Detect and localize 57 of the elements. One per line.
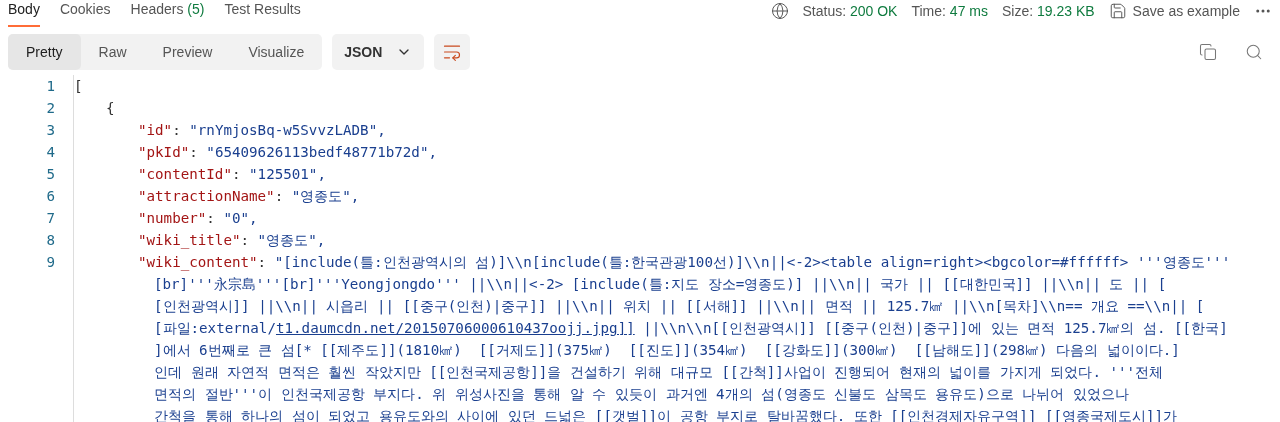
json-value: ||\\n\\n[[인천광역시]] [[중구(인천)|중구]]에 있는 면적 125.7㎢의 섬. [[한국]: [642, 318, 1228, 338]
colon: :: [172, 122, 181, 138]
save-icon: [1108, 2, 1127, 20]
view-mode-tab[interactable]: Preview: [144, 34, 231, 70]
json-value: [파일:external/: [154, 318, 276, 338]
response-tab[interactable]: Body: [8, 0, 40, 27]
format-dropdown[interactable]: JSON: [332, 34, 425, 70]
colon: :: [274, 188, 284, 204]
line-number: 4: [46, 144, 55, 160]
json-key: "pkId": [138, 144, 190, 160]
json-key: "wiki_title": [138, 232, 241, 248]
save-example-button[interactable]: Save as example: [1108, 2, 1240, 20]
json-value: "0",: [223, 210, 258, 226]
line-number: 3: [46, 122, 55, 138]
json-value: 인데 원래 자연적 면적은 훨씬 작았지만 [[인천국제공항]]을 건설하기 위해 대규모 [[간척]]사업이 진행되어 현재의 넓이를 가지게 되었다. '''전체: [154, 362, 1164, 382]
json-key: "id": [138, 122, 173, 138]
json-key: "number": [138, 210, 207, 226]
colon: :: [240, 232, 250, 248]
view-mode-tab[interactable]: Pretty: [8, 34, 81, 70]
json-value: [br]'''永宗島'''[br]'''Yeongjongdo''' ||\\n||<-2> [include(틀:지도 장소=영종도)] ||\\n|| 국가 || [[대한민국]] ||\\n|| 도 || [: [154, 274, 1167, 294]
view-mode-tab[interactable]: Raw: [80, 34, 145, 70]
response-stat: Size: 19.23 KB: [1001, 3, 1095, 19]
line-number: 8: [46, 232, 55, 248]
json-value: 면적의 절반'''이 인천국제공항 부지다. 위 위성사진을 통해 알 수 있듯이 과거엔 4개의 섬(영종도 신불도 삼목도 용유도)으로 나뉘어 있었으나: [154, 384, 1129, 404]
colon: :: [257, 254, 267, 270]
json-value: ]에서 6번째로 큰 섬[* [[제주도]](1810㎢) [[거제도]](375㎢) [[진도]](354㎢) [[강화도]](300㎢) [[남해도]](298㎢) 다음의 넓이이다.]: [154, 340, 1180, 360]
json-value: [인천광역시]] ||\\n|| 시읍리 || [[중구(인천)|중구]] ||\\n|| 위치 || [[서해]] ||\\n|| 면적 || 125.7㎢ ||\\n[목차]\\n== 개요 ==\\n|| [: [154, 296, 1205, 316]
wrap-lines-button[interactable]: [434, 34, 471, 70]
line-number: 6: [46, 188, 55, 204]
json-key: "attractionName": [138, 188, 275, 204]
line-number: 7: [46, 210, 55, 226]
json-value: "[include(틀:인천광역시의 섬)]\\n[include(틀:한국관광100선)]\\n||<-2><table align=right><bgcolor=#ffffff> '''영종도''': [274, 252, 1231, 272]
json-key: "wiki_content": [138, 254, 258, 270]
json-key: "contentId": [138, 166, 232, 182]
colon: :: [206, 210, 215, 226]
response-stat: Status: 200 OK: [802, 3, 898, 19]
view-mode-tab[interactable]: Visualize: [230, 34, 323, 70]
json-value: "125501",: [249, 166, 326, 182]
bracket: [: [74, 78, 83, 94]
line-number: 1: [46, 78, 55, 94]
json-value: "영종도",: [291, 186, 360, 206]
json-value: "영종도",: [257, 230, 326, 250]
colon: :: [231, 166, 241, 182]
response-stat: Time: 47 ms: [911, 3, 988, 19]
globe-icon[interactable]: [770, 2, 789, 20]
response-tab[interactable]: Cookies: [59, 0, 111, 27]
response-tab[interactable]: Headers (5): [130, 0, 205, 27]
json-value: "65409626113bedf48771b72d",: [206, 144, 437, 160]
json-value: "rnYmjosBq-w5SvvzLADB",: [189, 122, 386, 138]
response-tab[interactable]: Test Results: [224, 0, 301, 27]
line-number: 2: [46, 100, 55, 116]
line-number: 9: [46, 254, 55, 270]
url-link[interactable]: t1.daumcdn.net/20150706000610437oojj.jpg]]: [275, 320, 635, 336]
bracket: {: [106, 100, 115, 116]
line-number: 5: [46, 166, 55, 182]
colon: :: [189, 144, 198, 160]
json-value: 간척을 통해 하나의 섬이 되었고 용유도와의 사이에 있던 드넓은 [[갯벌]]이 공항 부지로 탈바꿈했다. 또한 [[인천경제자유구역]] [[영종국제도시]]가: [154, 406, 1178, 422]
